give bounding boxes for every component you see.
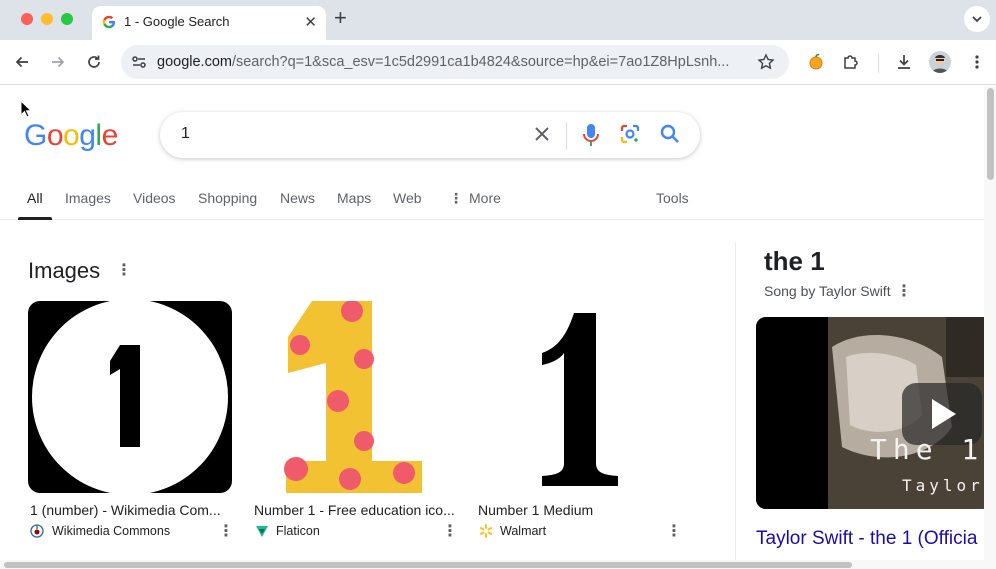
url-path: /search?q=1&sca_esv=1c5d2991ca1b4824&sou… [231,54,730,70]
url-text: google.com/search?q=1&sca_esv=1c5d2991ca… [157,54,729,70]
image-result-1-source[interactable]: Wikimedia Commons [52,524,170,538]
more-vertical-icon: ⋮ [449,190,463,206]
tools-button[interactable]: Tools [656,190,689,206]
image-result-3[interactable] [476,301,680,493]
arrow-right-icon [52,56,65,68]
downloads-button[interactable] [893,51,915,73]
vertical-scrollbar[interactable] [984,86,996,560]
knowledge-panel-title: the 1 [764,246,825,276]
download-icon [898,55,910,69]
avatar-icon [932,55,948,73]
images-heading: Images [28,258,101,283]
images-more-icon[interactable]: ⋮ [116,263,132,279]
site-info-icon[interactable] [130,53,148,71]
back-button[interactable] [11,51,33,73]
chrome-menu-button[interactable] [966,51,988,73]
tab-more-label: More [469,190,501,206]
tab-videos[interactable]: Videos [133,190,176,206]
horizontal-scroll-thumb[interactable] [4,562,852,568]
tab-images[interactable]: Images [65,190,111,206]
search-box-divider [566,122,567,150]
close-window-button[interactable] [21,13,33,25]
microphone-icon[interactable] [582,123,600,147]
search-box[interactable]: 1 [160,112,700,158]
column-divider [735,242,736,560]
search-nav-tabs: All Images Videos Shopping News Maps Web… [0,182,984,220]
star-icon[interactable] [757,53,775,71]
walmart-spark-icon [479,524,493,538]
address-bar[interactable]: google.com/search?q=1&sca_esv=1c5d2991ca… [121,45,789,79]
google-favicon-icon [102,15,115,29]
google-lens-icon[interactable] [619,123,641,145]
google-logo[interactable]: Google [24,119,118,153]
extension-orange-button[interactable] [805,51,827,73]
image-result-1[interactable] [28,301,232,493]
video-frame-image: The 1 Taylor [756,317,984,509]
url-host: google.com [157,54,232,70]
tab-web[interactable]: Web [393,190,422,206]
image-result-2[interactable] [252,301,456,493]
image-result-3-title[interactable]: Number 1 Medium [478,502,593,518]
image-result-2-more-icon[interactable]: ⋮ [442,524,458,540]
puzzle-icon [844,55,858,69]
chevron-down-icon [972,16,982,23]
black-one-image [542,313,618,486]
tab-search-button[interactable] [964,6,990,32]
knowledge-panel-more-icon[interactable]: ⋮ [896,284,912,300]
video-title-link[interactable]: Taylor Swift - the 1 (Officia [756,528,977,550]
polka-dot-one-image [284,301,422,493]
image-result-3-source[interactable]: Walmart [500,524,546,538]
search-input[interactable]: 1 [181,125,190,143]
image-result-3-more-icon[interactable]: ⋮ [666,524,682,540]
tab-news[interactable]: News [280,190,315,206]
profile-avatar[interactable] [929,51,951,73]
tab-all[interactable]: All [27,190,43,206]
video-thumbnail[interactable]: The 1 Taylor [756,317,984,509]
tab-close-icon[interactable]: ✕ [304,13,317,31]
tab-shopping[interactable]: Shopping [198,190,257,206]
video-overlay-title: The 1 [870,433,984,466]
toolbar-separator [878,53,879,73]
kebab-menu-icon [975,55,979,69]
flaticon-icon [256,526,268,537]
image-result-2-title[interactable]: Number 1 - Free education ico... [254,502,455,518]
minimize-window-button[interactable] [41,13,53,25]
browser-toolbar: google.com/search?q=1&sca_esv=1c5d2991ca… [0,40,996,85]
new-tab-button[interactable]: + [334,6,347,30]
number-one-circle-image [32,301,228,493]
vertical-scroll-thumb[interactable] [987,88,994,180]
browser-titlebar: 1 - Google Search ✕ + [0,0,996,40]
reload-button[interactable] [83,51,105,73]
forward-button[interactable] [47,51,69,73]
horizontal-scrollbar[interactable] [0,560,996,569]
orange-extension-icon [809,53,823,70]
reload-icon [88,55,100,68]
browser-tab[interactable]: 1 - Google Search ✕ [92,6,326,40]
search-results-page: Google 1 All Images Videos Shopping News… [0,86,984,560]
tab-maps[interactable]: Maps [337,190,371,206]
search-icon[interactable] [659,123,681,145]
active-tab-indicator [18,217,52,220]
video-overlay-artist: Taylor [902,476,984,495]
wikimedia-icon [30,524,44,538]
image-result-2-source[interactable]: Flaticon [276,524,320,538]
mouse-cursor-icon [20,100,32,118]
tab-title: 1 - Google Search [124,14,230,29]
maximize-window-button[interactable] [61,13,73,25]
arrow-left-icon [15,56,28,68]
clear-icon[interactable] [532,124,552,144]
image-result-1-more-icon[interactable]: ⋮ [218,524,234,540]
image-result-1-title[interactable]: 1 (number) - Wikimedia Com... [30,502,221,518]
extensions-button[interactable] [840,51,862,73]
tab-more[interactable]: ⋮ More [449,190,501,207]
knowledge-panel-subtitle: Song by Taylor Swift [764,283,891,299]
